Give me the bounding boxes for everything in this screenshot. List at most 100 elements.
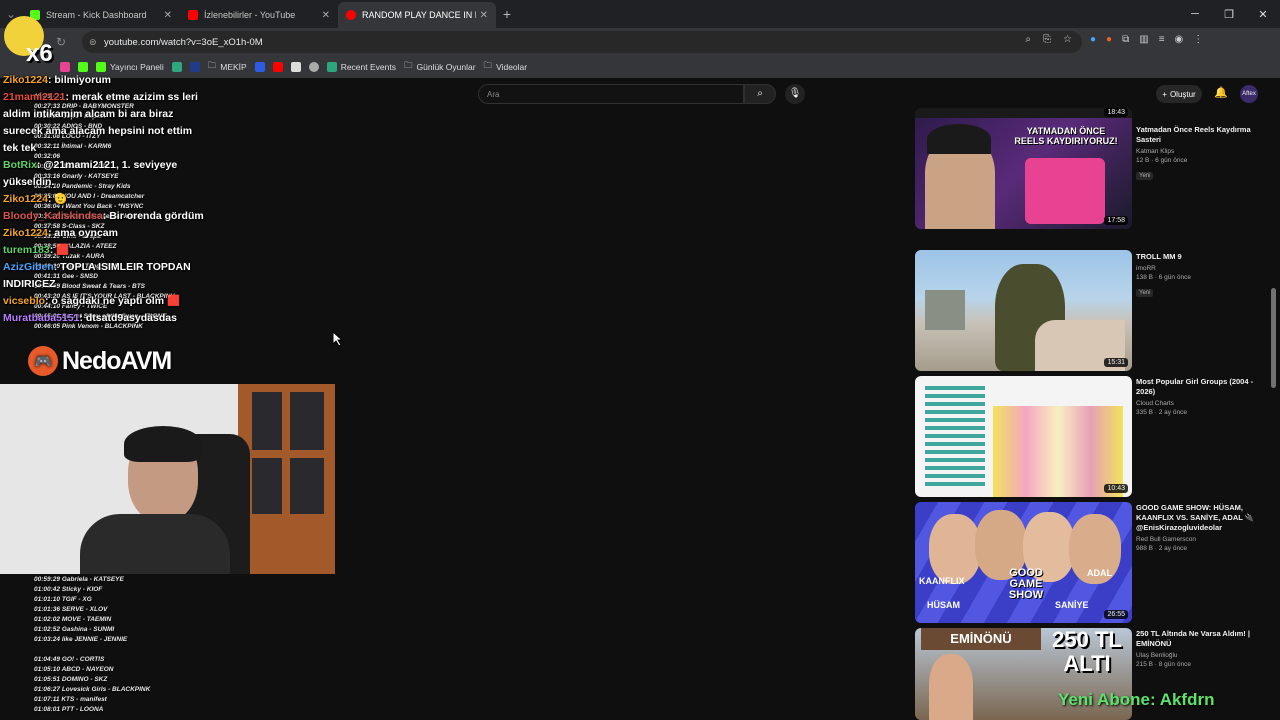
channel-name[interactable]: Katman Klips: [1136, 148, 1274, 155]
duration-badge: 18:43: [1104, 108, 1128, 117]
video-title[interactable]: Yatmadan Önce Reels Kaydırma Sasteri: [1136, 125, 1274, 145]
bookmark-videolar[interactable]: 🗀 Videolar: [484, 60, 528, 74]
address-bar[interactable]: ⊜ youtube.com/watch?v=3oE_xO1h-0M ⌕ ⎘ ☆: [82, 31, 1082, 53]
minimize-icon[interactable]: ─: [1178, 8, 1212, 20]
tab-random-play-dance[interactable]: RANDOM PLAY DANCE IN PUB ✕: [338, 2, 496, 28]
plus-icon: +: [1162, 89, 1167, 99]
video-thumbnail[interactable]: 15:31: [915, 250, 1132, 371]
youtube-icon[interactable]: [272, 62, 283, 72]
new-badge: Yeni: [1136, 172, 1154, 180]
bookmark-icon[interactable]: [308, 62, 319, 72]
video-title[interactable]: Most Popular Girl Groups (2004 - 2026): [1136, 377, 1274, 397]
video-title[interactable]: GOOD GAME SHOW: HÜSAM, KAANFLIX VS. SANİ…: [1136, 503, 1274, 533]
window-controls: ─ ❐ ✕: [1178, 0, 1280, 28]
bookmark-icon[interactable]: [290, 62, 301, 72]
extension-icon[interactable]: ●: [1090, 34, 1096, 45]
video-thumbnail[interactable]: GOOD GAME SHOW KAANFLIX HÜSAM SANİYE ADA…: [915, 502, 1132, 623]
back-icon[interactable]: ←: [6, 35, 28, 49]
duration-badge: 26:55: [1104, 610, 1128, 619]
video-stats: 988 B · 2 ay önce: [1136, 545, 1187, 552]
thumbnail-text: 250 TL ALTI: [1052, 628, 1122, 676]
bookmark-mekip[interactable]: 🗀 MEKİP: [208, 60, 247, 74]
url-text: youtube.com/watch?v=3oE_xO1h-0M: [104, 36, 263, 48]
duration-badge: 15:31: [1104, 358, 1128, 367]
scrollbar-thumb[interactable]: [1271, 288, 1276, 388]
channel-name[interactable]: Red Bull Gamerscon: [1136, 536, 1274, 543]
browser-toolbar: ← → ↻ ⊜ youtube.com/watch?v=3oE_xO1h-0M …: [0, 28, 1280, 56]
close-tab-icon[interactable]: ✕: [480, 10, 488, 21]
account-avatar[interactable]: Aftex: [1240, 85, 1258, 103]
extension-icon[interactable]: ●: [1106, 34, 1112, 45]
profile-icon[interactable]: ◉: [1175, 34, 1184, 45]
video-stats: 215 B · 8 gün önce: [1136, 661, 1191, 668]
kick-icon[interactable]: [78, 62, 88, 72]
channel-name[interactable]: Ulaş Benlioğlu: [1136, 652, 1274, 659]
youtube-icon: [346, 10, 356, 20]
kick-icon: [96, 62, 106, 72]
video-stats: 138 B · 6 gün önce: [1136, 274, 1191, 281]
search-input[interactable]: Ara: [478, 84, 744, 104]
media-icon[interactable]: ≡: [1159, 34, 1165, 45]
tab-youtube-watchables[interactable]: İzlenebilirler - YouTube ✕: [180, 2, 338, 28]
tab-title: RANDOM PLAY DANCE IN PUB: [362, 10, 476, 20]
create-button[interactable]: + Oluştur: [1156, 85, 1202, 103]
menu-icon[interactable]: ⋮: [1193, 34, 1203, 45]
bookmark-label: Recent Events: [340, 62, 396, 72]
video-thumbnail[interactable]: 10:43: [915, 376, 1132, 497]
youtube-page: Ara ⌕ 🎙 + Oluştur 🔔 Aftex 18:43 YATMADAN …: [0, 78, 1280, 720]
thumbnail-text: GOOD GAME SHOW: [1008, 567, 1044, 601]
video-meta: TROLL MM 9 imoRR 138 B · 6 gün önce Yeni: [1136, 252, 1274, 299]
bookmark-icon[interactable]: [254, 62, 265, 72]
zoom-icon[interactable]: ⌕: [1025, 34, 1031, 45]
folder-icon: 🗀: [403, 60, 413, 70]
bookmark-label: Günlük Oyunlar: [416, 62, 476, 72]
video-meta: Most Popular Girl Groups (2004 - 2026) C…: [1136, 377, 1274, 416]
tab-kick-dashboard[interactable]: Stream - Kick Dashboard ✕: [22, 2, 180, 28]
wall-figure: [925, 290, 965, 330]
folder-icon: 🗀: [483, 60, 493, 70]
tab-search-icon[interactable]: ⌄: [0, 7, 22, 21]
duration-badge: 10:43: [1104, 484, 1128, 493]
bookmark-label: Videolar: [496, 62, 528, 72]
video-title[interactable]: 250 TL Altında Ne Varsa Aldım! | EMİNÖNÜ: [1136, 629, 1274, 649]
thumbnail-name: SANİYE: [1055, 600, 1089, 610]
bookmark-star-icon[interactable]: ☆: [1063, 34, 1072, 45]
tab-title: İzlenebilirler - YouTube: [204, 10, 296, 20]
bookmarks-bar: Yayıncı Paneli 🗀 MEKİP Recent Events 🗀 Gün…: [0, 56, 1280, 78]
bookmark-label: Yayıncı Paneli: [110, 62, 164, 72]
bookmark-gunluk-oyunlar[interactable]: 🗀 Günlük Oyunlar: [404, 60, 476, 74]
video-stats: 335 B · 2 ay önce: [1136, 409, 1187, 416]
close-window-icon[interactable]: ✕: [1246, 8, 1280, 21]
install-icon[interactable]: ⎘: [1043, 34, 1051, 45]
youtube-icon: [188, 10, 198, 20]
new-tab-button[interactable]: +: [496, 6, 518, 22]
bookmark-icon[interactable]: [171, 62, 182, 72]
sidebar-icon[interactable]: ▥: [1139, 34, 1148, 45]
video-title[interactable]: TROLL MM 9: [1136, 252, 1274, 262]
search-icon: ⌕: [757, 88, 763, 99]
reload-icon[interactable]: ↻: [50, 35, 72, 49]
close-tab-icon[interactable]: ✕: [322, 10, 330, 21]
voice-search-button[interactable]: 🎙: [785, 84, 805, 104]
bookmark-icon[interactable]: [189, 62, 200, 72]
video-meta: 250 TL Altında Ne Varsa Aldım! | EMİNÖNÜ…: [1136, 629, 1274, 668]
site-info-icon[interactable]: ⊜: [89, 37, 97, 48]
forward-icon[interactable]: →: [28, 35, 50, 49]
close-tab-icon[interactable]: ✕: [164, 10, 172, 21]
video-thumbnail[interactable]: 18:43 YATMADAN ÖNCE REELS KAYDIRIYORUZ! …: [915, 108, 1132, 229]
channel-name[interactable]: Cloud Charts: [1136, 400, 1274, 407]
channel-name[interactable]: imoRR: [1136, 265, 1274, 272]
notifications-bell-icon[interactable]: 🔔: [1214, 86, 1228, 99]
bookmark-recent-events[interactable]: Recent Events: [326, 62, 396, 72]
thumbnail-name: HÜSAM: [927, 600, 960, 610]
kick-icon: [30, 10, 40, 20]
search-button[interactable]: ⌕: [744, 84, 776, 104]
bookmark-yayinci-paneli[interactable]: Yayıncı Paneli: [96, 62, 164, 72]
folder-icon: 🗀: [207, 60, 217, 70]
bar-race-graphic: [925, 386, 985, 486]
puzzle-icon[interactable]: ⧉: [1122, 34, 1129, 45]
thumbnail-name: ADAL: [1087, 568, 1112, 578]
video-meta: GOOD GAME SHOW: HÜSAM, KAANFLIX VS. SANİ…: [1136, 503, 1274, 552]
restore-icon[interactable]: ❐: [1212, 8, 1246, 21]
bookmark-icon[interactable]: [60, 62, 70, 72]
